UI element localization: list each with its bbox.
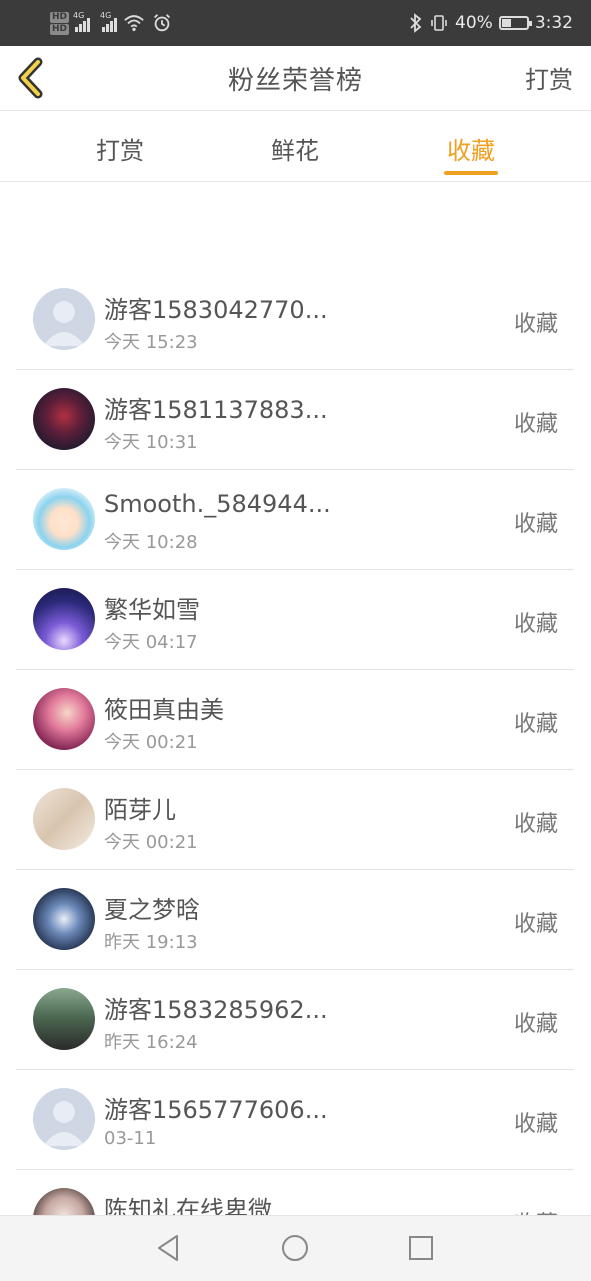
- timestamp: 今天 15:23: [104, 332, 198, 353]
- fan-list-item[interactable]: 游客1583042770... 今天 15:23 收藏: [16, 270, 574, 370]
- reward-header-button[interactable]: 打赏: [525, 60, 573, 95]
- fan-list-item[interactable]: Smooth._584944... 今天 10:28 收藏: [16, 470, 574, 570]
- header: 粉丝荣誉榜 打赏: [0, 46, 591, 111]
- tab-favorites[interactable]: 收藏: [411, 131, 531, 166]
- avatar[interactable]: [33, 588, 95, 650]
- battery-percent: 40%: [455, 13, 493, 33]
- favorite-label: 收藏: [513, 412, 558, 437]
- favorite-label: 收藏: [513, 312, 558, 337]
- tab-bar: 打赏 鲜花 收藏: [0, 111, 591, 182]
- favorite-label: 收藏: [513, 812, 558, 837]
- system-nav-bar: [0, 1215, 591, 1281]
- user-name: 夏之梦晗: [104, 896, 200, 924]
- network-label-2: 4G: [100, 11, 112, 20]
- wifi-icon: [124, 15, 144, 32]
- nav-recents-icon[interactable]: [405, 1232, 437, 1264]
- favorite-label: 收藏: [513, 512, 558, 537]
- avatar[interactable]: [33, 988, 95, 1050]
- fan-list-item[interactable]: 游客1581137883... 今天 10:31 收藏: [16, 370, 574, 470]
- favorite-label: 收藏: [513, 1012, 558, 1037]
- fan-list-item[interactable]: 繁华如雪今天 04:17 收藏: [16, 570, 574, 670]
- signal-icon-2: 4G: [100, 11, 118, 32]
- fan-list: 游客1583042770... 今天 15:23 收藏 游客1581137883...…: [16, 270, 574, 1270]
- network-label-1: 4G: [73, 11, 85, 20]
- avatar[interactable]: [33, 1088, 95, 1150]
- hd-label-2: HD: [50, 23, 70, 35]
- favorite-label: 收藏: [513, 612, 558, 637]
- page-title: 粉丝荣誉榜: [227, 66, 363, 96]
- default-user-icon: [43, 301, 85, 346]
- user-name: 筱田真由美: [104, 696, 224, 724]
- tab-reward[interactable]: 打赏: [60, 131, 180, 166]
- user-name: 繁华如雪: [104, 596, 200, 624]
- timestamp: 昨天 16:24: [104, 1032, 198, 1053]
- timestamp: 今天 00:21: [104, 732, 198, 753]
- avatar[interactable]: [33, 388, 95, 450]
- signal-icon: 4G: [73, 11, 91, 32]
- timestamp: 今天 10:31: [104, 432, 198, 453]
- nav-home-icon[interactable]: [279, 1232, 311, 1264]
- user-name: 陌芽儿: [104, 796, 176, 824]
- timestamp: 03-11: [104, 1128, 157, 1149]
- user-name: 游客1565777606...: [104, 1096, 328, 1124]
- fan-list-item[interactable]: 夏之梦晗昨天 19:13 收藏: [16, 870, 574, 970]
- avatar[interactable]: [33, 488, 95, 550]
- nav-back-icon[interactable]: [153, 1232, 185, 1264]
- timestamp: 今天 00:21: [104, 832, 198, 853]
- favorite-label: 收藏: [513, 712, 558, 737]
- battery-icon: [498, 16, 532, 30]
- status-right: 40% 3:32: [409, 10, 573, 36]
- avatar[interactable]: [33, 688, 95, 750]
- hd-label-1: HD: [50, 11, 70, 23]
- tab-flowers[interactable]: 鲜花: [235, 131, 355, 166]
- timestamp: 昨天 19:13: [104, 932, 198, 953]
- user-name: 游客1583285962...: [104, 996, 328, 1024]
- fan-list-item[interactable]: 陌芽儿今天 00:21 收藏: [16, 770, 574, 870]
- bluetooth-icon: [410, 13, 422, 33]
- user-name: 游客1583042770...: [104, 296, 328, 324]
- avatar[interactable]: [33, 288, 95, 350]
- alarm-icon: [154, 14, 170, 32]
- clock: 3:32: [534, 13, 573, 33]
- hd-indicator: HD HD: [50, 11, 70, 35]
- fan-list-item[interactable]: 游客1565777606... 03-11 收藏: [16, 1070, 574, 1170]
- status-left: HD HD 4G 4G: [50, 8, 173, 38]
- default-user-icon: [43, 1101, 85, 1146]
- timestamp: 今天 10:28: [104, 532, 198, 553]
- favorite-label: 收藏: [513, 1112, 558, 1137]
- fan-list-item[interactable]: 游客1583285962... 昨天 16:24 收藏: [16, 970, 574, 1070]
- fan-list-item[interactable]: 筱田真由美今天 00:21 收藏: [16, 670, 574, 770]
- timestamp: 今天 04:17: [104, 632, 198, 653]
- avatar[interactable]: [33, 788, 95, 850]
- vibrate-icon: [431, 15, 447, 31]
- user-name: 游客1581137883...: [104, 396, 328, 424]
- status-bar: HD HD 4G 4G 40% 3:32: [0, 0, 591, 46]
- favorite-label: 收藏: [513, 912, 558, 937]
- avatar[interactable]: [33, 888, 95, 950]
- active-tab-indicator: [444, 171, 498, 175]
- user-name: Smooth._584944...: [104, 490, 331, 518]
